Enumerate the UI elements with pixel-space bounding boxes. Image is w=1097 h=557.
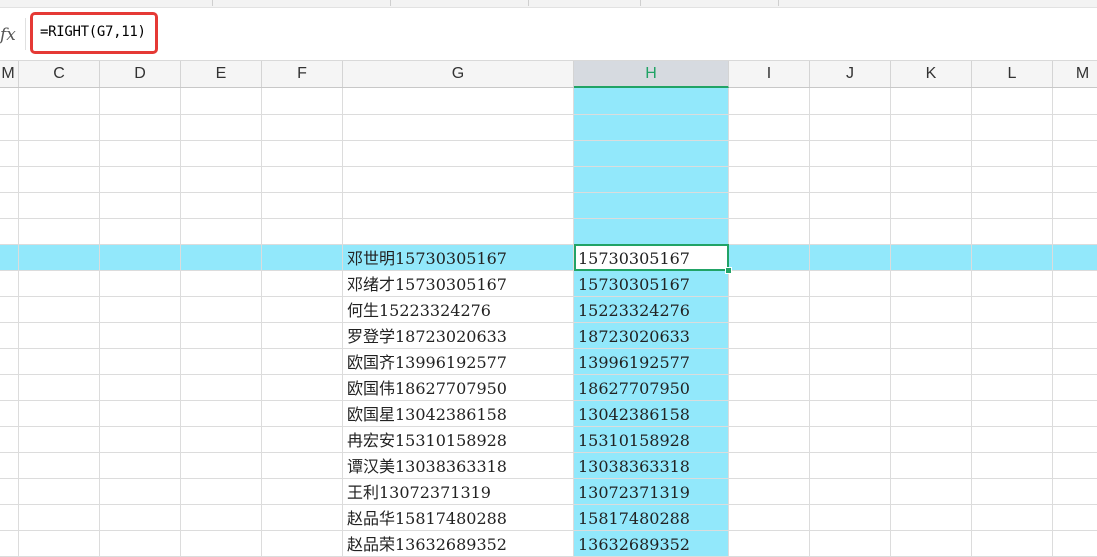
row-gridline: [0, 244, 1097, 245]
row-gridline: [0, 166, 1097, 167]
column-header-m-right[interactable]: M: [1053, 61, 1097, 87]
fx-icon[interactable]: fx: [0, 24, 22, 46]
cell-g-name-phone[interactable]: 王利13072371319: [347, 478, 491, 504]
row-gridline: [0, 530, 1097, 531]
column-header-k[interactable]: K: [891, 61, 972, 87]
cell-g-name-phone[interactable]: 谭汉美13038363318: [347, 452, 507, 478]
column-header-d[interactable]: D: [100, 61, 181, 87]
cell-g-name-phone[interactable]: 赵品荣13632689352: [347, 530, 507, 556]
cell-g-name-phone[interactable]: 何生15223324276: [347, 296, 491, 322]
cell-h-phone[interactable]: 15730305167: [578, 270, 690, 296]
row-gridline: [0, 426, 1097, 427]
row-gridline: [0, 452, 1097, 453]
cell-h-phone[interactable]: 13072371319: [578, 478, 690, 504]
row-gridline: [0, 296, 1097, 297]
cell-h-phone[interactable]: 13038363318: [578, 452, 690, 478]
row-gridline: [0, 478, 1097, 479]
cell-g-name-phone[interactable]: 邓绪才15730305167: [347, 270, 507, 296]
cell-h-phone[interactable]: 13996192577: [578, 348, 690, 374]
formula-bar-divider: [25, 18, 26, 50]
cell-h-phone[interactable]: 15223324276: [578, 296, 690, 322]
cell-g-name-phone[interactable]: 欧国伟18627707950: [347, 374, 507, 400]
toolbar-divider: [640, 0, 641, 6]
column-header-j[interactable]: J: [810, 61, 891, 87]
toolbar-divider: [212, 0, 213, 6]
row-gridline: [0, 192, 1097, 193]
cell-g-name-phone[interactable]: 冉宏安15310158928: [347, 426, 507, 452]
column-header-g[interactable]: G: [343, 61, 574, 87]
cell-h-phone[interactable]: 13632689352: [578, 530, 690, 556]
formula-input[interactable]: =RIGHT(G7,11): [40, 24, 146, 40]
row-gridline: [0, 348, 1097, 349]
row-gridline: [0, 218, 1097, 219]
column-headers: MCDEFGHIJKLM: [0, 61, 1097, 88]
formula-bar: fx =RIGHT(G7,11): [0, 8, 1097, 61]
row-gridline: [0, 270, 1097, 271]
row-gridline: [0, 140, 1097, 141]
toolbar-divider: [390, 0, 391, 6]
cell-h-phone[interactable]: 18627707950: [578, 374, 690, 400]
fill-handle[interactable]: [725, 267, 732, 274]
cell-g-name-phone[interactable]: 赵品华15817480288: [347, 504, 507, 530]
cell-h-phone[interactable]: 15730305167: [578, 244, 690, 270]
cell-h-phone[interactable]: 18723020633: [578, 322, 690, 348]
toolbar-divider: [528, 0, 529, 6]
cell-h-phone[interactable]: 13042386158: [578, 400, 690, 426]
column-header-e[interactable]: E: [181, 61, 262, 87]
column-header-m-left[interactable]: M: [0, 61, 19, 87]
row-gridline: [0, 504, 1097, 505]
column-header-c[interactable]: C: [19, 61, 100, 87]
column-header-f[interactable]: F: [262, 61, 343, 87]
cell-g-name-phone[interactable]: 欧国齐13996192577: [347, 348, 507, 374]
cell-h-phone[interactable]: 15817480288: [578, 504, 690, 530]
column-header-h[interactable]: H: [574, 61, 729, 88]
toolbar-divider: [778, 0, 779, 6]
column-header-i[interactable]: I: [729, 61, 810, 87]
selected-row-highlight: [0, 244, 1097, 270]
cell-g-name-phone[interactable]: 欧国星13042386158: [347, 400, 507, 426]
cell-h-phone[interactable]: 15310158928: [578, 426, 690, 452]
cell-g-name-phone[interactable]: 罗登学18723020633: [347, 322, 507, 348]
row-gridline: [0, 322, 1097, 323]
cell-g-name-phone[interactable]: 邓世明15730305167: [347, 244, 507, 270]
row-gridline: [0, 400, 1097, 401]
top-toolbar-strip: [0, 0, 1097, 8]
row-gridline: [0, 374, 1097, 375]
row-gridline: [0, 114, 1097, 115]
spreadsheet-grid[interactable]: 邓世明15730305167 15730305167 邓绪才15730305167 1…: [0, 88, 1097, 557]
column-header-l[interactable]: L: [972, 61, 1053, 87]
